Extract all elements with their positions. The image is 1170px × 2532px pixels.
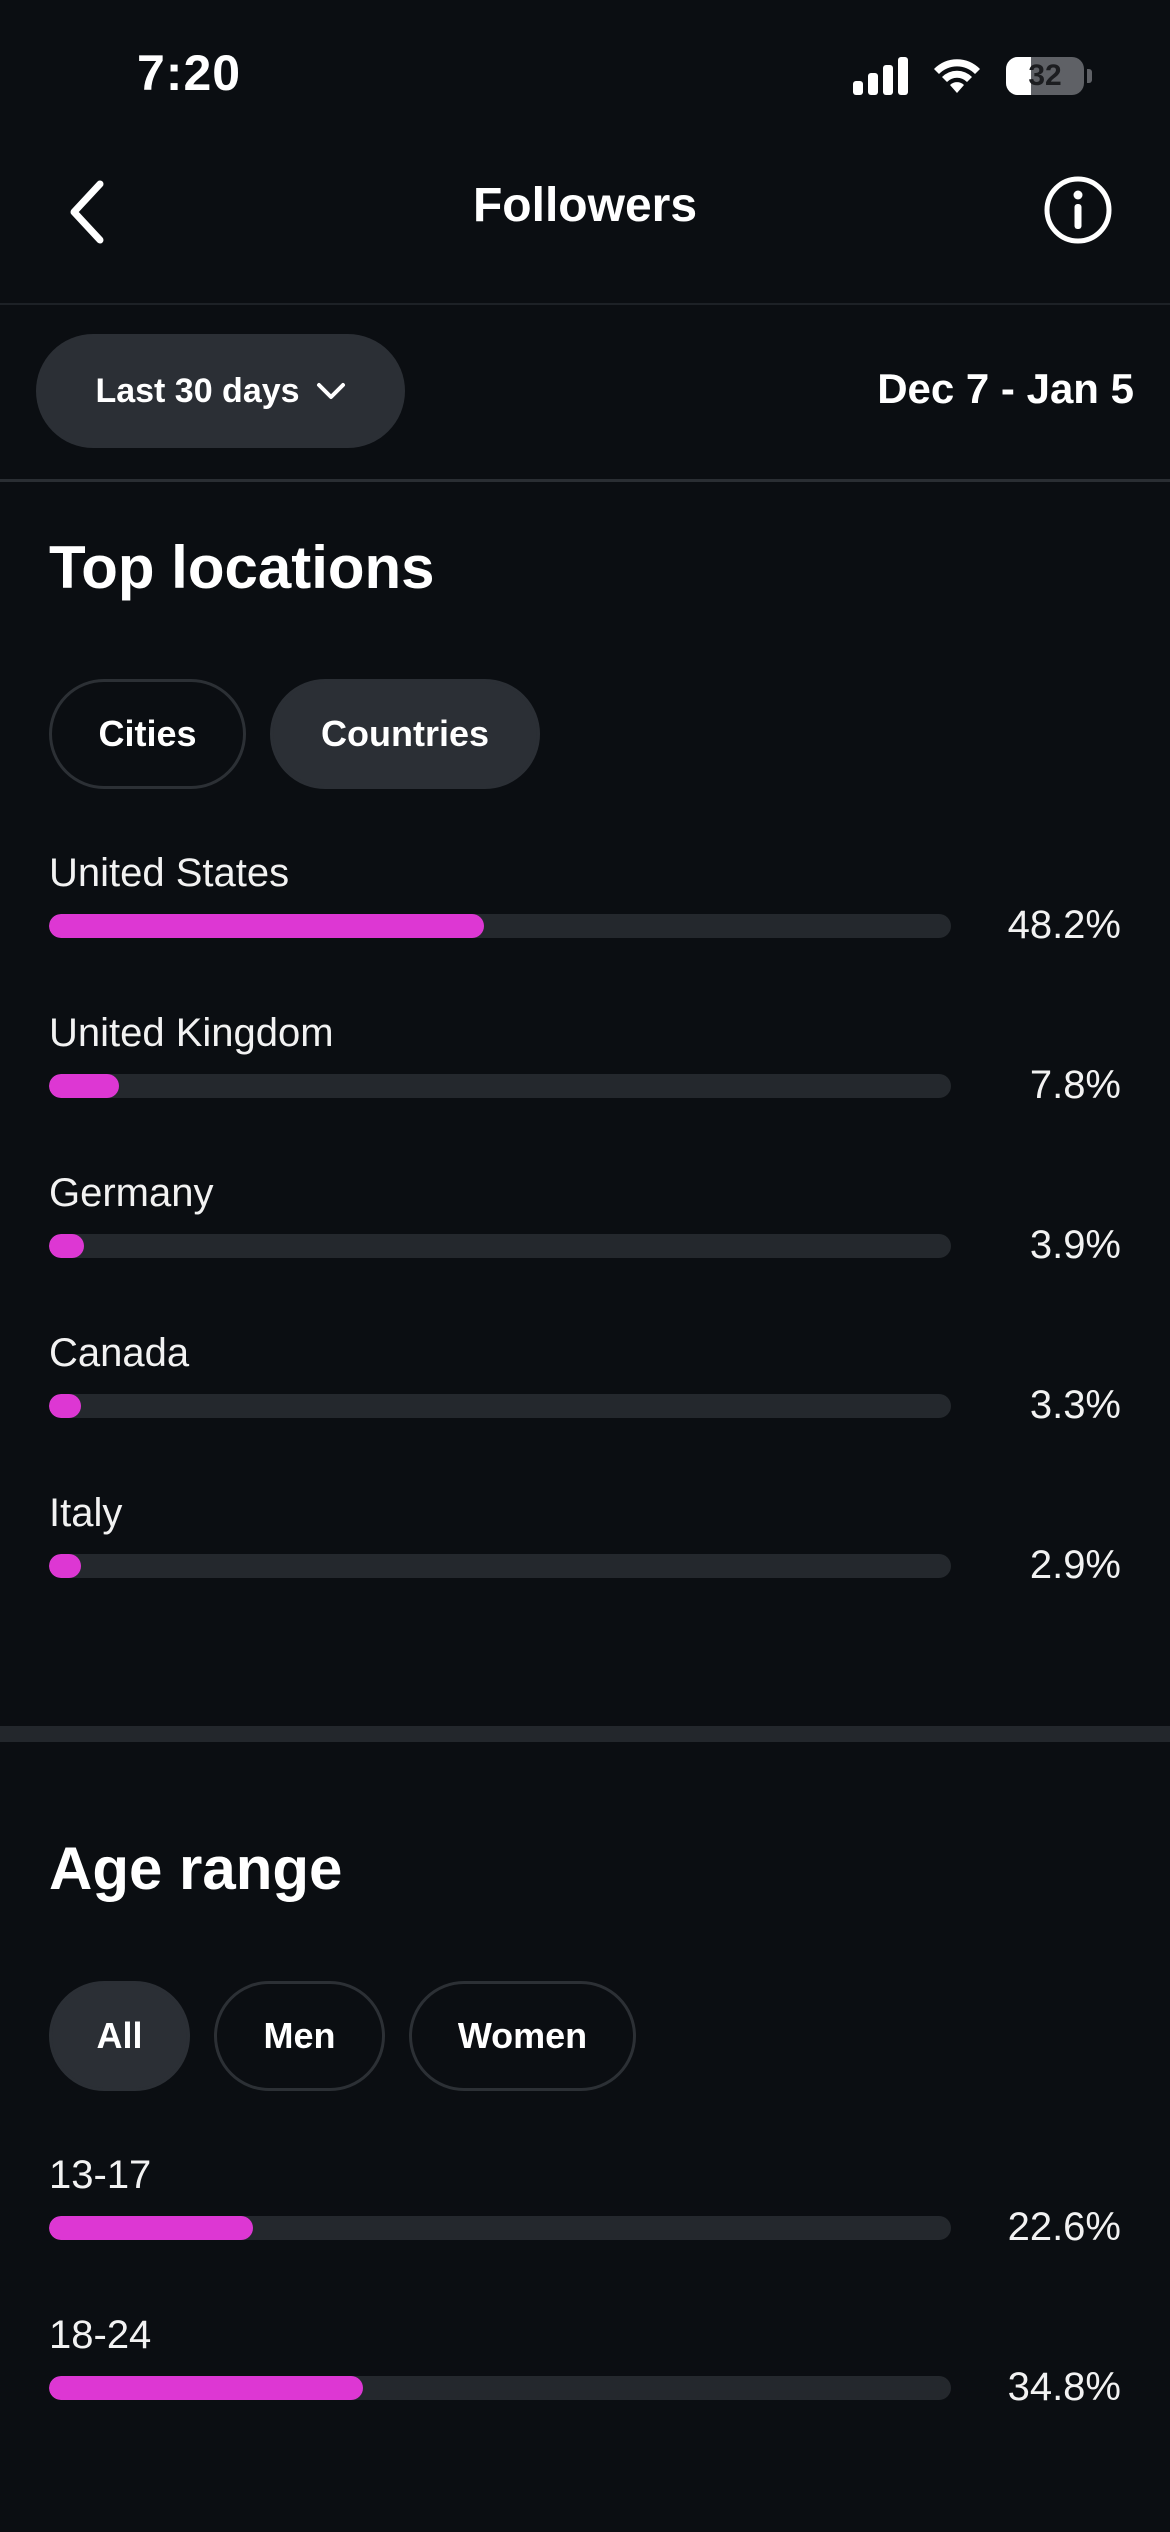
tab-women[interactable]: Women [409, 1981, 636, 2091]
age-value: 34.8% [1007, 2365, 1121, 2409]
date-range-dropdown-label: Last 30 days [95, 371, 300, 410]
location-value: 3.9% [1029, 1223, 1121, 1267]
location-item: Germany 3.9% [49, 1171, 1121, 1301]
location-item: United States 48.2% [49, 851, 1121, 981]
age-item: 13-17 22.6% [49, 2153, 1121, 2283]
info-icon [1044, 176, 1112, 244]
location-tabs: Cities Countries [49, 679, 540, 789]
bar-track [49, 2216, 951, 2240]
age-value: 22.6% [1007, 2205, 1121, 2249]
age-range-title: Age range [49, 1835, 343, 1902]
date-range-text: Dec 7 - Jan 5 [877, 365, 1134, 412]
battery-percent: 32 [1028, 59, 1062, 92]
battery-icon: 32 [1006, 57, 1084, 95]
bar-track [49, 1554, 951, 1578]
location-item: Canada 3.3% [49, 1331, 1121, 1461]
age-label: 18-24 [49, 2313, 152, 2357]
location-label: Germany [49, 1171, 214, 1215]
bar-fill [49, 1554, 81, 1578]
location-label: United States [49, 851, 290, 895]
location-value: 2.9% [1029, 1543, 1121, 1587]
section-divider [0, 1726, 1170, 1742]
tab-all[interactable]: All [49, 1981, 190, 2091]
status-bar: 7:20 32 [0, 0, 1170, 140]
chevron-down-icon [316, 383, 345, 399]
cellular-signal-icon [853, 57, 908, 95]
filter-row: Last 30 days Dec 7 - Jan 5 [0, 305, 1170, 482]
location-value: 48.2% [1007, 903, 1121, 947]
top-locations-title: Top locations [49, 534, 435, 601]
date-range-dropdown[interactable]: Last 30 days [36, 334, 405, 448]
bar-fill [49, 1074, 120, 1098]
age-item: 18-24 34.8% [49, 2313, 1121, 2443]
bar-track [49, 2376, 951, 2400]
page-title: Followers [472, 179, 698, 232]
bar-fill [49, 2216, 253, 2240]
status-icons: 32 [853, 54, 1092, 98]
location-label: Canada [49, 1331, 190, 1375]
age-label: 13-17 [49, 2153, 152, 2197]
location-label: Italy [49, 1491, 123, 1535]
status-time: 7:20 [137, 45, 242, 101]
location-item: United Kingdom 7.8% [49, 1011, 1121, 1141]
location-label: United Kingdom [49, 1011, 334, 1055]
tab-countries[interactable]: Countries [270, 679, 540, 789]
location-value: 3.3% [1029, 1383, 1121, 1427]
info-button[interactable] [1042, 174, 1114, 246]
bar-track [49, 1074, 951, 1098]
bar-track [49, 1234, 951, 1258]
age-range-tabs: All Men Women [49, 1981, 636, 2091]
bar-fill [49, 1234, 85, 1258]
wifi-icon [934, 59, 980, 93]
nav-header: Followers [0, 140, 1170, 305]
bar-fill [49, 2376, 363, 2400]
battery-nub [1087, 69, 1092, 83]
tab-cities[interactable]: Cities [49, 679, 246, 789]
bar-track [49, 914, 951, 938]
bar-fill [49, 914, 484, 938]
location-value: 7.8% [1029, 1063, 1121, 1107]
bar-track [49, 1394, 951, 1418]
location-item: Italy 2.9% [49, 1491, 1121, 1621]
bar-fill [49, 1394, 81, 1418]
tab-men[interactable]: Men [214, 1981, 385, 2091]
